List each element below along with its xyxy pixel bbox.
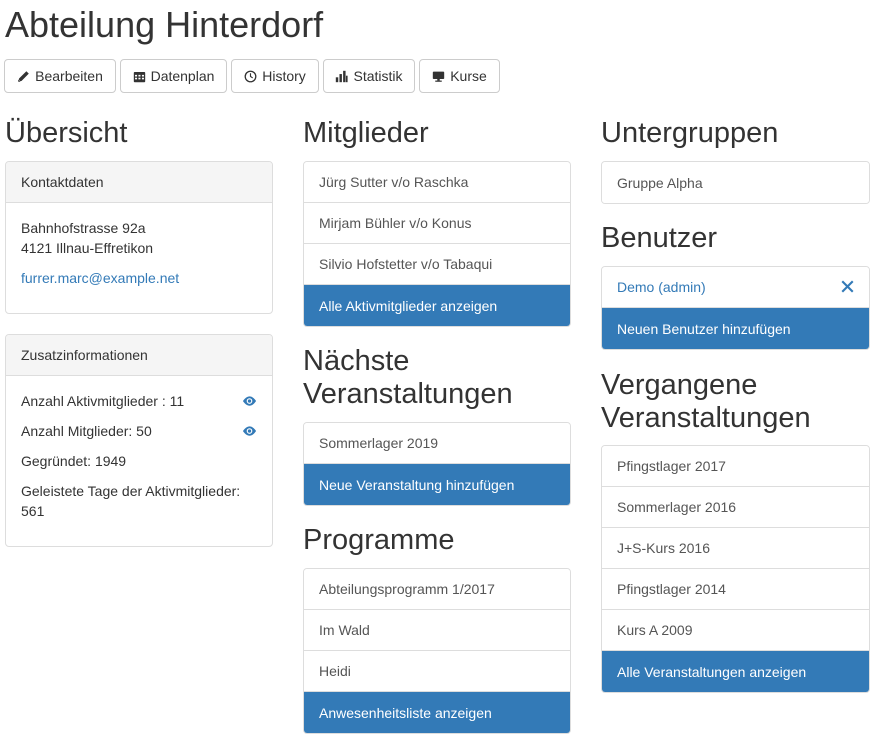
kurse-button[interactable]: Kurse [419,59,500,93]
active-members-text: Anzahl Aktivmitglieder : 11 [21,393,185,409]
list-item[interactable]: Mirjam Bühler v/o Konus [304,203,570,244]
attendance-list-button[interactable]: Anwesenheitsliste anzeigen [304,692,570,733]
programs-list: Abteilungsprogramm 1/2017 Im Wald Heidi … [303,568,571,734]
show-all-events-button[interactable]: Alle Veranstaltungen anzeigen [602,651,869,692]
eye-icon[interactable] [242,395,257,407]
members-title: Mitglieder [303,117,429,149]
list-item[interactable]: Gruppe Alpha [602,162,869,203]
add-user-button[interactable]: Neuen Benutzer hinzufügen [602,308,869,349]
pencil-icon [18,70,29,82]
next-events-list: Sommerlager 2019 Neue Veranstaltung hinz… [303,422,571,506]
members-list: Jürg Sutter v/o Raschka Mirjam Bühler v/… [303,161,571,327]
members-row: Anzahl Mitglieder: 50 [21,421,257,441]
datenplan-button-label: Datenplan [150,68,215,84]
next-events-title: Nächste Veranstaltungen [303,345,513,411]
bar-chart-icon [336,70,349,82]
address-street: Bahnhofstrasse 92a [21,220,146,236]
past-events-title: Vergangene Veranstaltungen [601,369,811,435]
edit-button-label: Bearbeiten [35,68,103,84]
statistik-button[interactable]: Statistik [323,59,415,93]
add-event-button[interactable]: Neue Veranstaltung hinzufügen [304,464,570,505]
users-title: Benutzer [601,222,718,254]
extra-info-panel-header: Zusatzinformationen [6,335,272,376]
list-item[interactable]: Sommerlager 2019 [304,423,570,464]
statistik-button-label: Statistik [353,68,403,84]
history-button-label: History [262,68,306,84]
list-item[interactable]: J+S-Kurs 2016 [602,528,869,569]
contact-panel-header: Kontaktdaten [6,162,272,203]
days-value: 561 [21,503,45,519]
extra-info-panel: Zusatzinformationen Anzahl Aktivmitglied… [5,334,273,547]
list-item[interactable]: Abteilungsprogramm 1/2017 [304,569,570,610]
list-item[interactable]: Pfingstlager 2014 [602,569,869,610]
contact-panel: Kontaktdaten Bahnhofstrasse 92a 4121 Ill… [5,161,273,314]
user-item-label[interactable]: Demo (admin) [617,279,706,295]
days-label: Geleistete Tage der Aktivmitglieder: [21,483,241,499]
clock-icon [244,70,257,82]
address-city: 4121 Illnau-Effretikon [21,240,154,256]
kurse-button-label: Kurse [450,68,487,84]
page: Abteilung Hinterdorf Bearbeiten Datenpla… [0,0,887,751]
show-all-members-button[interactable]: Alle Aktivmitglieder anzeigen [304,285,570,326]
history-button[interactable]: History [231,59,319,93]
datenplan-button[interactable]: Datenplan [120,59,227,93]
users-list: Demo (admin) Neuen Benutzer hinzufügen [601,266,870,350]
list-item[interactable]: Heidi [304,651,570,692]
list-item[interactable]: Sommerlager 2016 [602,487,869,528]
past-events-list: Pfingstlager 2017 Sommerlager 2016 J+S-K… [601,445,870,693]
close-icon[interactable] [841,280,854,293]
eye-icon[interactable] [242,425,257,437]
edit-button[interactable]: Bearbeiten [4,59,116,93]
list-item[interactable]: Im Wald [304,610,570,651]
list-item[interactable]: Pfingstlager 2017 [602,446,869,487]
subgroups-title: Untergruppen [601,117,779,149]
past-events-title-line1: Vergangene [601,369,758,401]
next-events-title-line2: Veranstaltungen [303,378,513,410]
founded-text: Gegründet: 1949 [21,453,127,469]
calendar-icon [133,71,145,82]
active-members-row: Anzahl Aktivmitglieder : 11 [21,391,257,411]
extra-info-panel-body: Anzahl Aktivmitglieder : 11 Anzahl Mitgl… [6,376,272,536]
list-item[interactable]: Kurs A 2009 [602,610,869,651]
monitor-icon [433,71,445,82]
past-events-title-line2: Veranstaltungen [601,402,811,434]
contact-panel-body: Bahnhofstrasse 92a 4121 Illnau-Effretiko… [6,203,272,303]
contact-email-link[interactable]: furrer.marc@example.net [21,270,179,286]
list-item[interactable]: Jürg Sutter v/o Raschka [304,162,570,203]
programs-title: Programme [303,524,455,556]
overview-title: Übersicht [5,117,128,149]
members-text: Anzahl Mitglieder: 50 [21,423,152,439]
user-item[interactable]: Demo (admin) [602,267,869,308]
page-title: Abteilung Hinterdorf [5,4,324,45]
list-item[interactable]: Silvio Hofstetter v/o Tabaqui [304,244,570,285]
next-events-title-line1: Nächste [303,345,410,377]
subgroups-list: Gruppe Alpha [601,161,870,204]
